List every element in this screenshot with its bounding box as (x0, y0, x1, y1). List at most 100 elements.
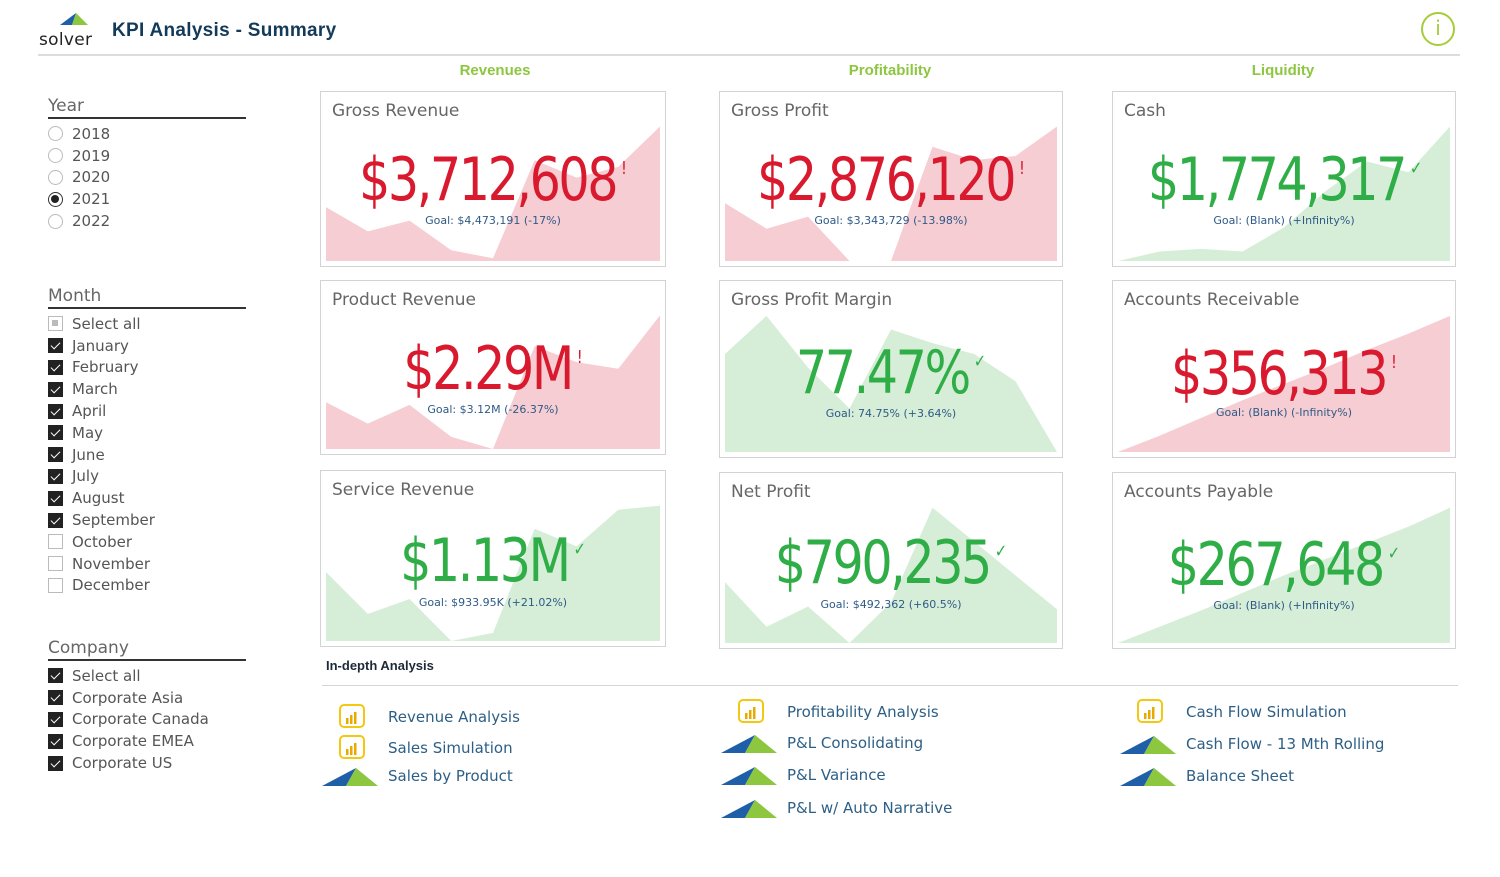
month-option[interactable]: November (48, 553, 246, 575)
checkbox-empty-icon[interactable] (48, 556, 63, 572)
month-slicer: Month Select all January February March Apri… (48, 286, 246, 596)
month-option[interactable]: April (48, 400, 246, 422)
report-link[interactable]: Cash Flow Simulation (1120, 698, 1347, 726)
year-option[interactable]: 2019 (48, 145, 246, 167)
powerbi-report-icon (339, 735, 365, 759)
month-option[interactable]: December (48, 575, 246, 597)
option-label: Corporate EMEA (72, 732, 194, 751)
checkbox-empty-icon[interactable] (48, 577, 63, 593)
checkbox-checked-icon[interactable] (48, 447, 63, 463)
powerbi-report-icon (721, 698, 781, 726)
company-option[interactable]: Select all (48, 665, 246, 687)
slicer-title: Year (48, 96, 246, 119)
kpi-card[interactable]: Accounts Receivable $356,313! Goal: (Blank… (1112, 280, 1456, 458)
kpi-card[interactable]: Gross Profit Margin 77.47% ✓ Goal: 74.75% (… (719, 280, 1063, 458)
year-option[interactable]: 2020 (48, 167, 246, 189)
company-option[interactable]: Corporate EMEA (48, 730, 246, 752)
kpi-value: 77.47% ✓ (755, 338, 1027, 408)
kpi-card[interactable]: Cash $1,774,317 ✓ Goal: (Blank) (+Infinity%… (1112, 91, 1456, 267)
report-link[interactable]: P&L Consolidating (721, 729, 923, 757)
kpi-card[interactable]: Net Profit $790,235 ✓ Goal: $492,362 (+60.5… (719, 472, 1063, 649)
report-link[interactable]: Balance Sheet (1120, 762, 1294, 790)
solver-logo-icon (721, 761, 781, 789)
kpi-card[interactable]: Accounts Payable $267,648 ✓ Goal: (Blank) (… (1112, 472, 1456, 649)
alert-icon: ! (576, 347, 583, 368)
report-link-label: Cash Flow Simulation (1186, 703, 1347, 721)
month-option[interactable]: August (48, 487, 246, 509)
checkbox-checked-icon[interactable] (48, 690, 63, 706)
checkbox-checked-icon[interactable] (48, 711, 63, 727)
radio-selected-icon[interactable] (48, 191, 63, 207)
month-option[interactable]: March (48, 378, 246, 400)
kpi-value: $790,235 ✓ (755, 528, 1027, 598)
checkbox-empty-icon[interactable] (48, 534, 63, 550)
report-link[interactable]: Sales by Product (322, 762, 513, 790)
report-link[interactable]: P&L w/ Auto Narrative (721, 794, 952, 822)
checkbox-checked-icon[interactable] (48, 425, 63, 441)
report-link[interactable]: Revenue Analysis (322, 703, 520, 731)
company-option[interactable]: Corporate US (48, 752, 246, 774)
month-option[interactable]: July (48, 466, 246, 488)
month-option[interactable]: February (48, 357, 246, 379)
month-option[interactable]: October (48, 531, 246, 553)
option-label: December (72, 576, 150, 595)
checkbox-checked-icon[interactable] (48, 733, 63, 749)
month-option[interactable]: Select all (48, 313, 246, 335)
report-link[interactable]: P&L Variance (721, 761, 886, 789)
kpi-card[interactable]: Gross Profit $2,876,120! Goal: $3,343,729 … (719, 91, 1063, 267)
checkbox-checked-icon[interactable] (48, 755, 63, 771)
slicer-title: Month (48, 286, 246, 309)
info-button[interactable]: i (1421, 12, 1455, 46)
radio-empty-icon[interactable] (48, 126, 63, 142)
kpi-goal: Goal: $933.95K (+21.02%) (418, 596, 568, 609)
report-link-label: Sales Simulation (388, 739, 513, 757)
kpi-goal: Goal: $492,362 (+60.5%) (820, 598, 962, 611)
option-label: Select all (72, 666, 141, 685)
checkbox-checked-icon[interactable] (48, 668, 63, 684)
report-link-label: P&L Variance (787, 766, 886, 784)
page-title: KPI Analysis - Summary (112, 20, 337, 41)
month-option[interactable]: June (48, 444, 246, 466)
checkbox-checked-icon[interactable] (48, 338, 63, 354)
year-option[interactable]: 2021 (48, 188, 246, 210)
checkbox-checked-icon[interactable] (48, 512, 63, 528)
option-label: Corporate US (72, 754, 173, 773)
kpi-value: $267,648 ✓ (1148, 530, 1420, 600)
solver-logo-icon (721, 735, 777, 753)
checkbox-checked-icon[interactable] (48, 403, 63, 419)
kpi-card[interactable]: Product Revenue $2.29M! Goal: $3.12M (-26.… (320, 280, 666, 455)
powerbi-report-icon (1120, 698, 1180, 726)
month-option[interactable]: September (48, 509, 246, 531)
month-option[interactable]: January (48, 335, 246, 357)
year-option[interactable]: 2018 (48, 123, 246, 145)
year-option[interactable]: 2022 (48, 210, 246, 232)
kpi-value: $2,876,120! (755, 145, 1027, 215)
month-option[interactable]: May (48, 422, 246, 444)
kpi-card[interactable]: Gross Revenue $3,712,608! Goal: $4,473,191… (320, 91, 666, 267)
solver-logo-icon (322, 762, 382, 790)
kpi-card[interactable]: Service Revenue $1.13M ✓ Goal: $933.95K (+2… (320, 470, 666, 647)
report-link[interactable]: Sales Simulation (322, 734, 513, 762)
radio-empty-icon[interactable] (48, 169, 63, 185)
checkbox-checked-icon[interactable] (48, 359, 63, 375)
alert-icon: ! (1019, 158, 1025, 179)
radio-empty-icon[interactable] (48, 213, 63, 229)
kpi-title: Gross Profit Margin (731, 290, 893, 310)
kpi-value: $2.29M! (356, 334, 630, 404)
kpi-goal: Goal: (Blank) (+Infinity%) (1213, 214, 1355, 227)
kpi-value: $3,712,608! (356, 145, 630, 215)
checkbox-checked-icon[interactable] (48, 490, 63, 506)
report-link-label: Revenue Analysis (388, 708, 520, 726)
report-link[interactable]: Cash Flow - 13 Mth Rolling (1120, 730, 1384, 758)
checkbox-partial-icon[interactable] (48, 316, 63, 332)
checkbox-checked-icon[interactable] (48, 381, 63, 397)
kpi-title: Gross Profit (731, 101, 829, 121)
option-label: May (72, 423, 104, 442)
company-option[interactable]: Corporate Canada (48, 709, 246, 731)
kpi-goal: Goal: (Blank) (+Infinity%) (1213, 599, 1355, 612)
report-link[interactable]: Profitability Analysis (721, 698, 939, 726)
checkbox-checked-icon[interactable] (48, 468, 63, 484)
radio-empty-icon[interactable] (48, 148, 63, 164)
solver-logo-icon (1120, 736, 1176, 754)
company-option[interactable]: Corporate Asia (48, 687, 246, 709)
